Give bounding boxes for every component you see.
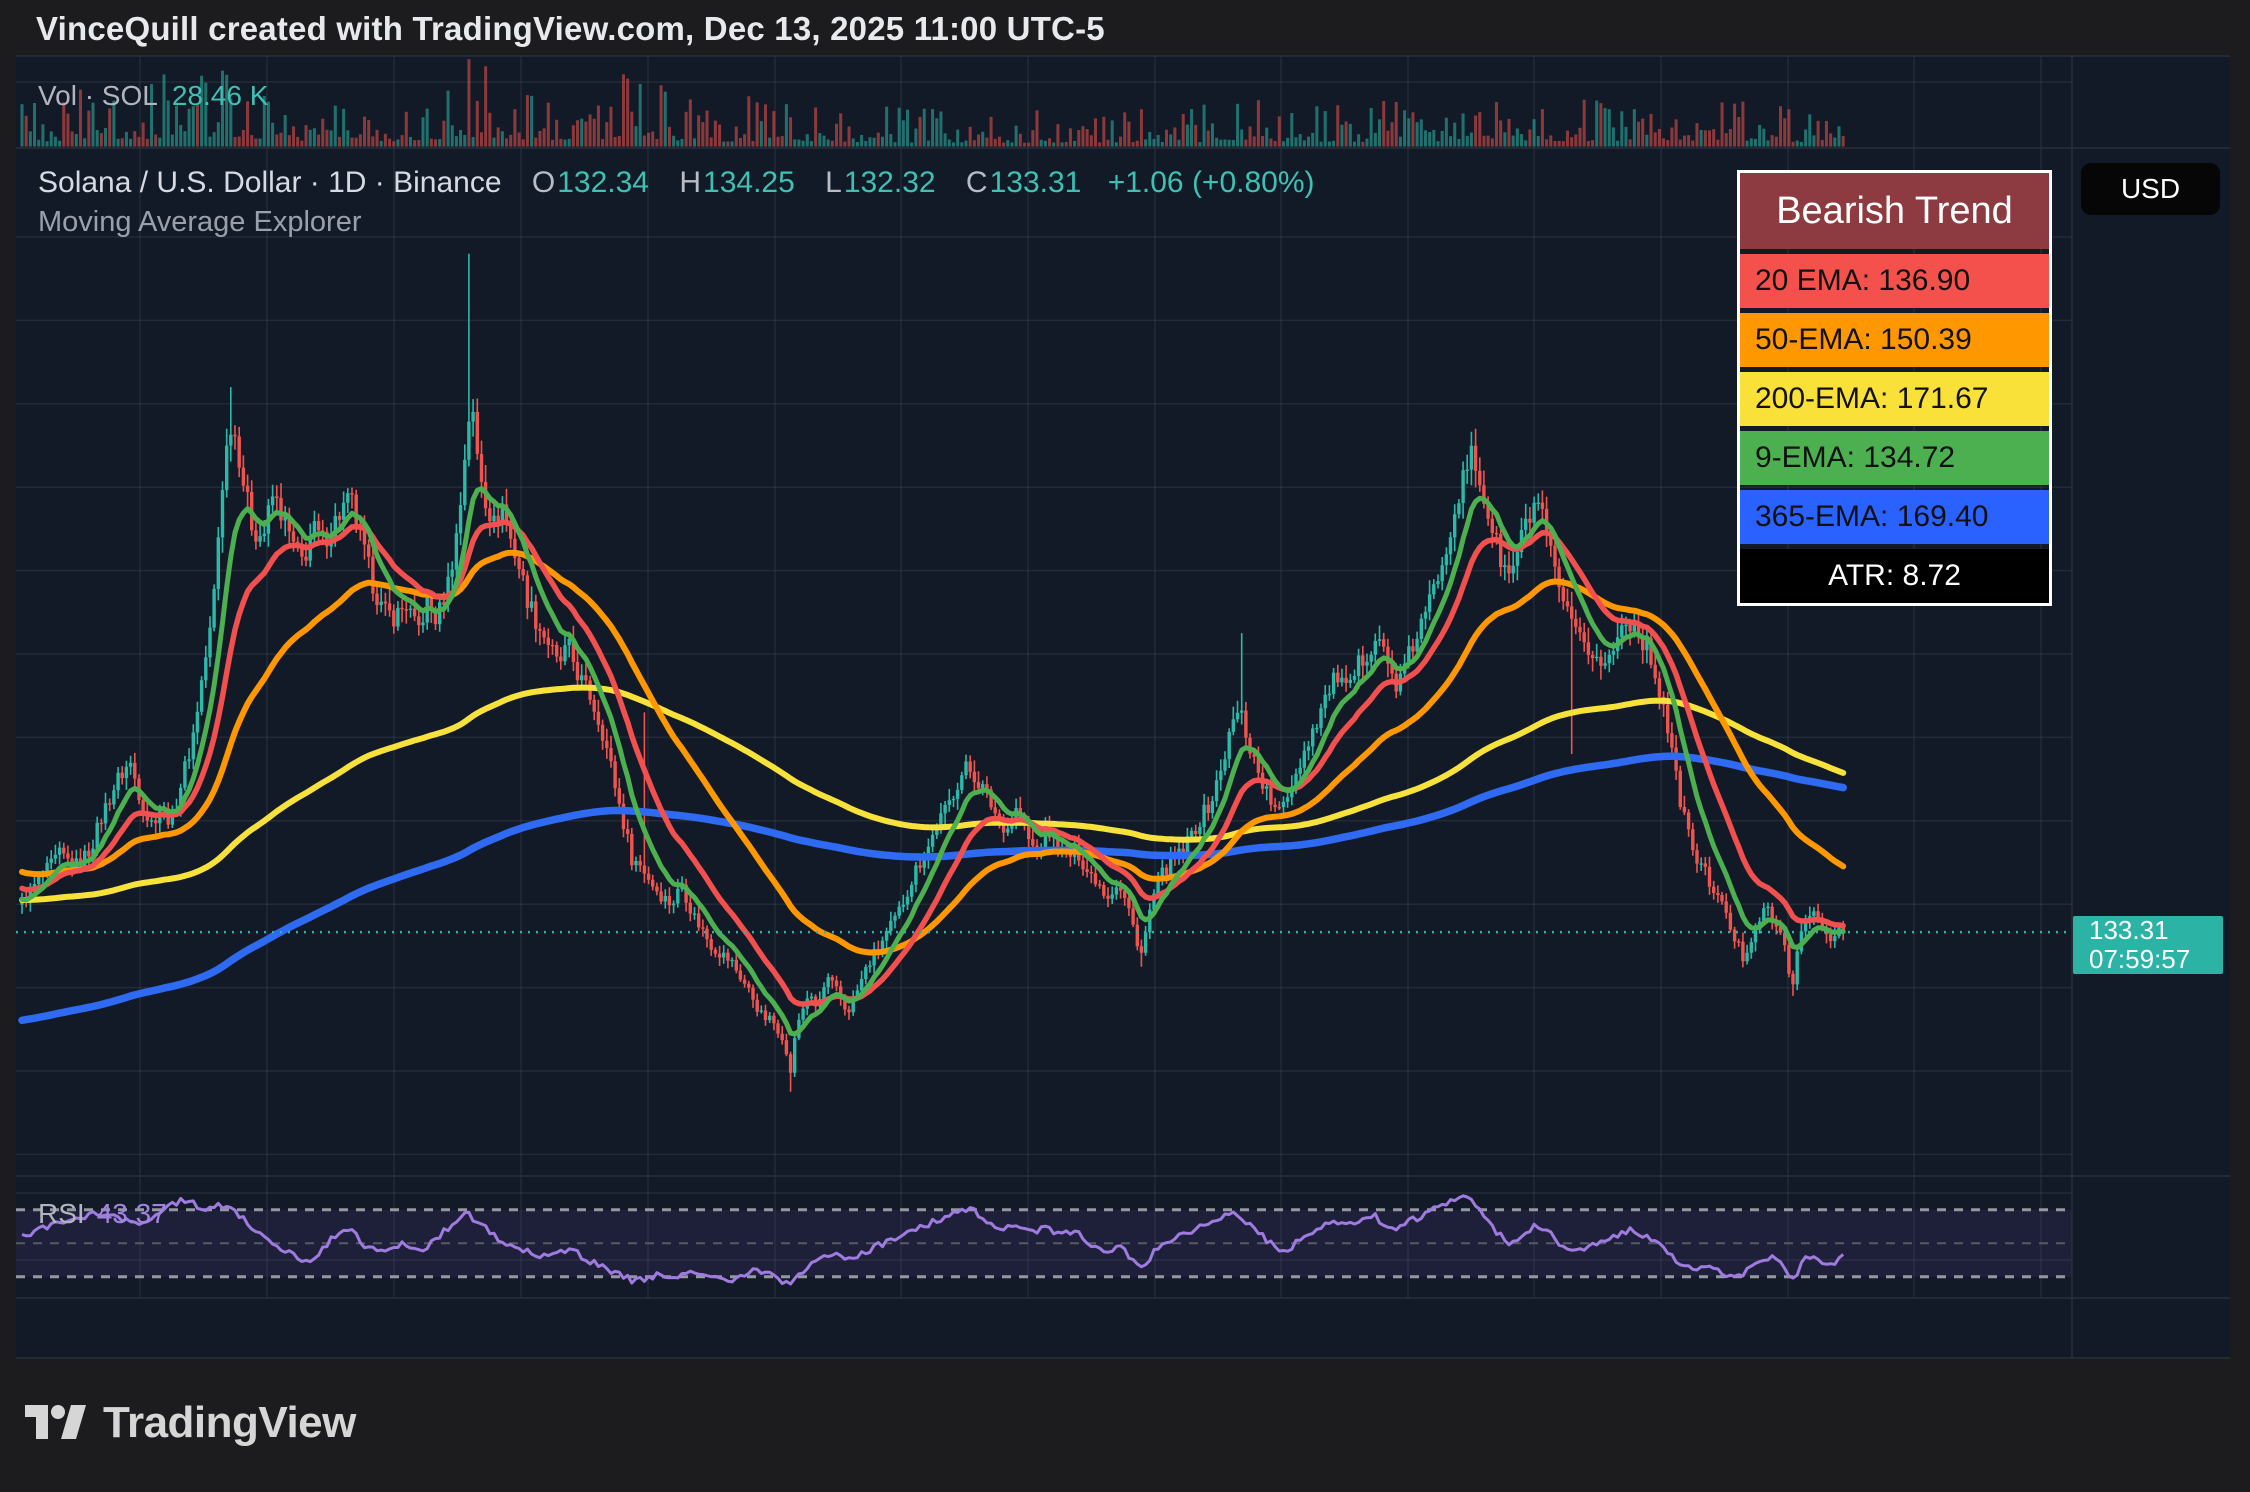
chart-background	[16, 55, 2230, 1358]
currency-usd-button[interactable]: USD	[2081, 163, 2220, 215]
tradingview-chart-page: VinceQuill created with TradingView.com,…	[0, 0, 2250, 1492]
chart-canvas[interactable]	[0, 0, 2250, 1492]
